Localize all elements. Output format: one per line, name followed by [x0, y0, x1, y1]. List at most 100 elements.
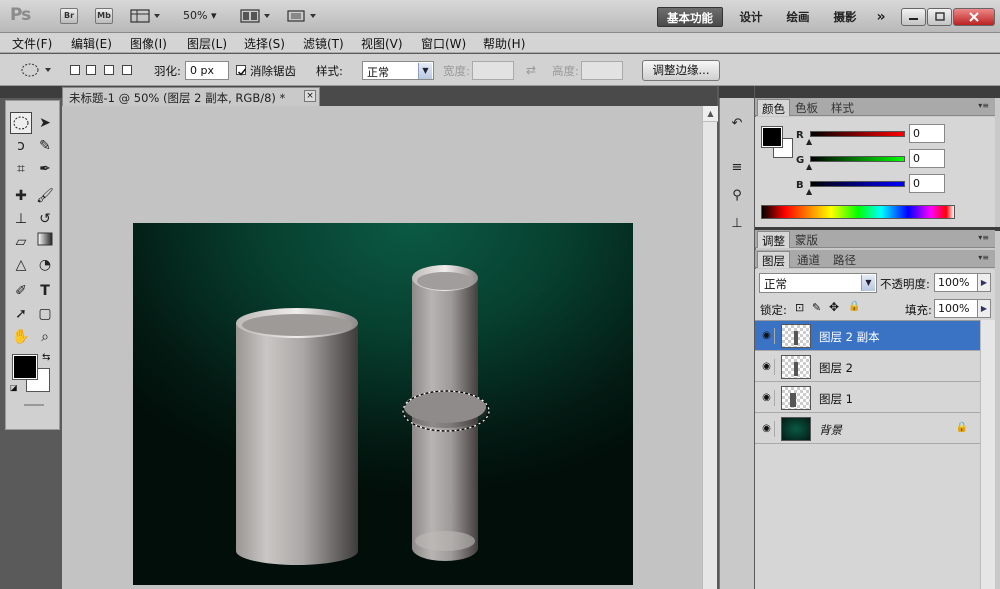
visibility-eye-icon[interactable]: ◉: [759, 390, 775, 406]
dock-collapse-bar[interactable]: [719, 86, 754, 98]
tool-preset-picker-icon[interactable]: [20, 62, 56, 78]
red-slider-thumb-icon[interactable]: ▲: [806, 137, 812, 146]
eraser-tool[interactable]: ▱: [10, 231, 32, 253]
layer-row[interactable]: ◉ 背景 🔒: [755, 414, 980, 444]
gradient-tool[interactable]: [34, 231, 56, 253]
blur-tool[interactable]: △: [10, 254, 32, 276]
blue-slider[interactable]: [810, 181, 905, 187]
menu-help[interactable]: 帮助(H): [483, 35, 525, 52]
swap-dimensions-icon[interactable]: ⇄: [526, 63, 536, 77]
menu-select[interactable]: 选择(S): [244, 35, 285, 52]
lock-image-pixels-icon[interactable]: ✎: [812, 301, 821, 314]
menu-layer[interactable]: 图层(L): [187, 35, 227, 52]
minimize-button[interactable]: [901, 8, 926, 26]
green-slider[interactable]: [810, 156, 905, 162]
menu-file[interactable]: 文件(F): [12, 35, 52, 52]
menu-view[interactable]: 视图(V): [361, 35, 403, 52]
style-select[interactable]: 正常 ▼: [362, 61, 434, 80]
eyedropper-tool[interactable]: ✒: [34, 158, 56, 180]
zoom-tool[interactable]: ⌕: [34, 326, 56, 348]
color-panel-foreground-swatch[interactable]: [761, 126, 783, 148]
tab-paths[interactable]: 路径: [829, 251, 860, 268]
panel-menu-icon[interactable]: ▾≡: [978, 101, 989, 110]
default-colors-icon[interactable]: ◪: [10, 383, 18, 392]
view-extras-icon[interactable]: [130, 9, 162, 23]
blend-mode-select[interactable]: 正常 ▼: [759, 273, 877, 293]
brush-tool[interactable]: 🖌: [34, 185, 56, 207]
lock-position-icon[interactable]: ✥: [829, 300, 839, 314]
tab-swatches[interactable]: 色板: [791, 99, 822, 116]
elliptical-marquee-tool[interactable]: [10, 112, 32, 134]
tab-masks[interactable]: 蒙版: [791, 231, 822, 248]
green-value-input[interactable]: 0: [909, 149, 945, 168]
workspace-photography-button[interactable]: 摄影: [827, 7, 863, 27]
crop-tool[interactable]: ⌗: [10, 158, 32, 180]
menu-edit[interactable]: 编辑(E): [71, 35, 112, 52]
new-selection-mode-icon[interactable]: [70, 65, 80, 75]
launch-bridge-button[interactable]: Br: [60, 8, 78, 24]
tab-adjustments[interactable]: 调整: [757, 231, 790, 248]
quick-mask-button[interactable]: [24, 404, 44, 406]
workspace-design-button[interactable]: 设计: [733, 7, 769, 27]
lasso-tool[interactable]: ↄ: [10, 135, 32, 157]
lock-all-icon[interactable]: 🔒: [848, 301, 860, 312]
layer-row[interactable]: ◉ 图层 1: [755, 383, 980, 413]
feather-input[interactable]: 0 px: [185, 61, 229, 80]
tab-layers[interactable]: 图层: [757, 251, 790, 268]
green-slider-thumb-icon[interactable]: ▲: [806, 162, 812, 171]
antialias-checkbox[interactable]: [236, 65, 247, 76]
blue-value-input[interactable]: 0: [909, 174, 945, 193]
history-panel-icon[interactable]: ↶: [726, 113, 748, 135]
layer-row[interactable]: ◉ 图层 2 副本: [755, 321, 980, 351]
red-slider[interactable]: [810, 131, 905, 137]
move-tool[interactable]: ➤: [34, 112, 56, 134]
shape-tool[interactable]: ▢: [34, 303, 56, 325]
swap-colors-icon[interactable]: ⇆: [42, 352, 50, 363]
tool-presets-panel-icon[interactable]: ⊥: [726, 213, 748, 235]
visibility-eye-icon[interactable]: ◉: [759, 328, 775, 344]
workspace-more-button[interactable]: »: [872, 7, 890, 27]
close-window-button[interactable]: [953, 8, 995, 26]
foreground-color-swatch[interactable]: [12, 354, 38, 380]
launch-mini-bridge-button[interactable]: Mb: [95, 8, 113, 24]
dodge-tool[interactable]: ◔: [34, 254, 56, 276]
visibility-eye-icon[interactable]: ◉: [759, 421, 775, 437]
type-tool[interactable]: T: [34, 280, 56, 302]
visibility-eye-icon[interactable]: ◉: [759, 359, 775, 375]
menu-filter[interactable]: 滤镜(T): [303, 35, 344, 52]
quick-selection-tool[interactable]: ✎: [34, 135, 56, 157]
red-value-input[interactable]: 0: [909, 124, 945, 143]
add-selection-mode-icon[interactable]: [86, 65, 96, 75]
document-canvas[interactable]: [133, 223, 633, 585]
fill-slider-arrow-icon[interactable]: ▶: [977, 299, 991, 318]
document-tab[interactable]: 未标题-1 @ 50% (图层 2 副本, RGB/8) *: [62, 87, 320, 106]
scroll-up-arrow-icon[interactable]: ▲: [703, 106, 718, 122]
pen-tool[interactable]: ✐: [10, 280, 32, 302]
workspace-essentials-button[interactable]: 基本功能: [657, 7, 723, 27]
lock-transparent-pixels-icon[interactable]: ⊡: [795, 301, 804, 314]
zoom-level-select[interactable]: 50% ▾: [183, 9, 216, 22]
tab-styles[interactable]: 样式: [827, 99, 858, 116]
color-spectrum-ramp[interactable]: [761, 205, 955, 219]
layers-vertical-scrollbar[interactable]: [980, 320, 995, 589]
hand-tool[interactable]: ✋: [10, 326, 32, 348]
screen-mode-icon[interactable]: [286, 9, 318, 23]
opacity-input[interactable]: 100%: [934, 273, 978, 292]
arrange-documents-icon[interactable]: [240, 9, 272, 23]
history-brush-tool[interactable]: ↺: [34, 208, 56, 230]
panel-menu-icon[interactable]: ▾≡: [978, 233, 989, 242]
refine-edge-button[interactable]: 调整边缘...: [642, 60, 720, 81]
panels-collapse-bar[interactable]: [755, 86, 1000, 98]
tools-panel-collapse-bar[interactable]: [0, 86, 62, 98]
clone-source-panel-icon[interactable]: ⚲: [726, 185, 748, 207]
tab-color[interactable]: 颜色: [757, 99, 790, 116]
tab-channels[interactable]: 通道: [793, 251, 824, 268]
workspace-painting-button[interactable]: 绘画: [780, 7, 816, 27]
layer-row[interactable]: ◉ 图层 2: [755, 352, 980, 382]
path-selection-tool[interactable]: ➚: [10, 303, 32, 325]
brush-presets-panel-icon[interactable]: ≡: [726, 157, 748, 179]
clone-stamp-tool[interactable]: ⊥: [10, 208, 32, 230]
intersect-selection-mode-icon[interactable]: [122, 65, 132, 75]
panel-menu-icon[interactable]: ▾≡: [978, 253, 989, 262]
subtract-selection-mode-icon[interactable]: [104, 65, 114, 75]
